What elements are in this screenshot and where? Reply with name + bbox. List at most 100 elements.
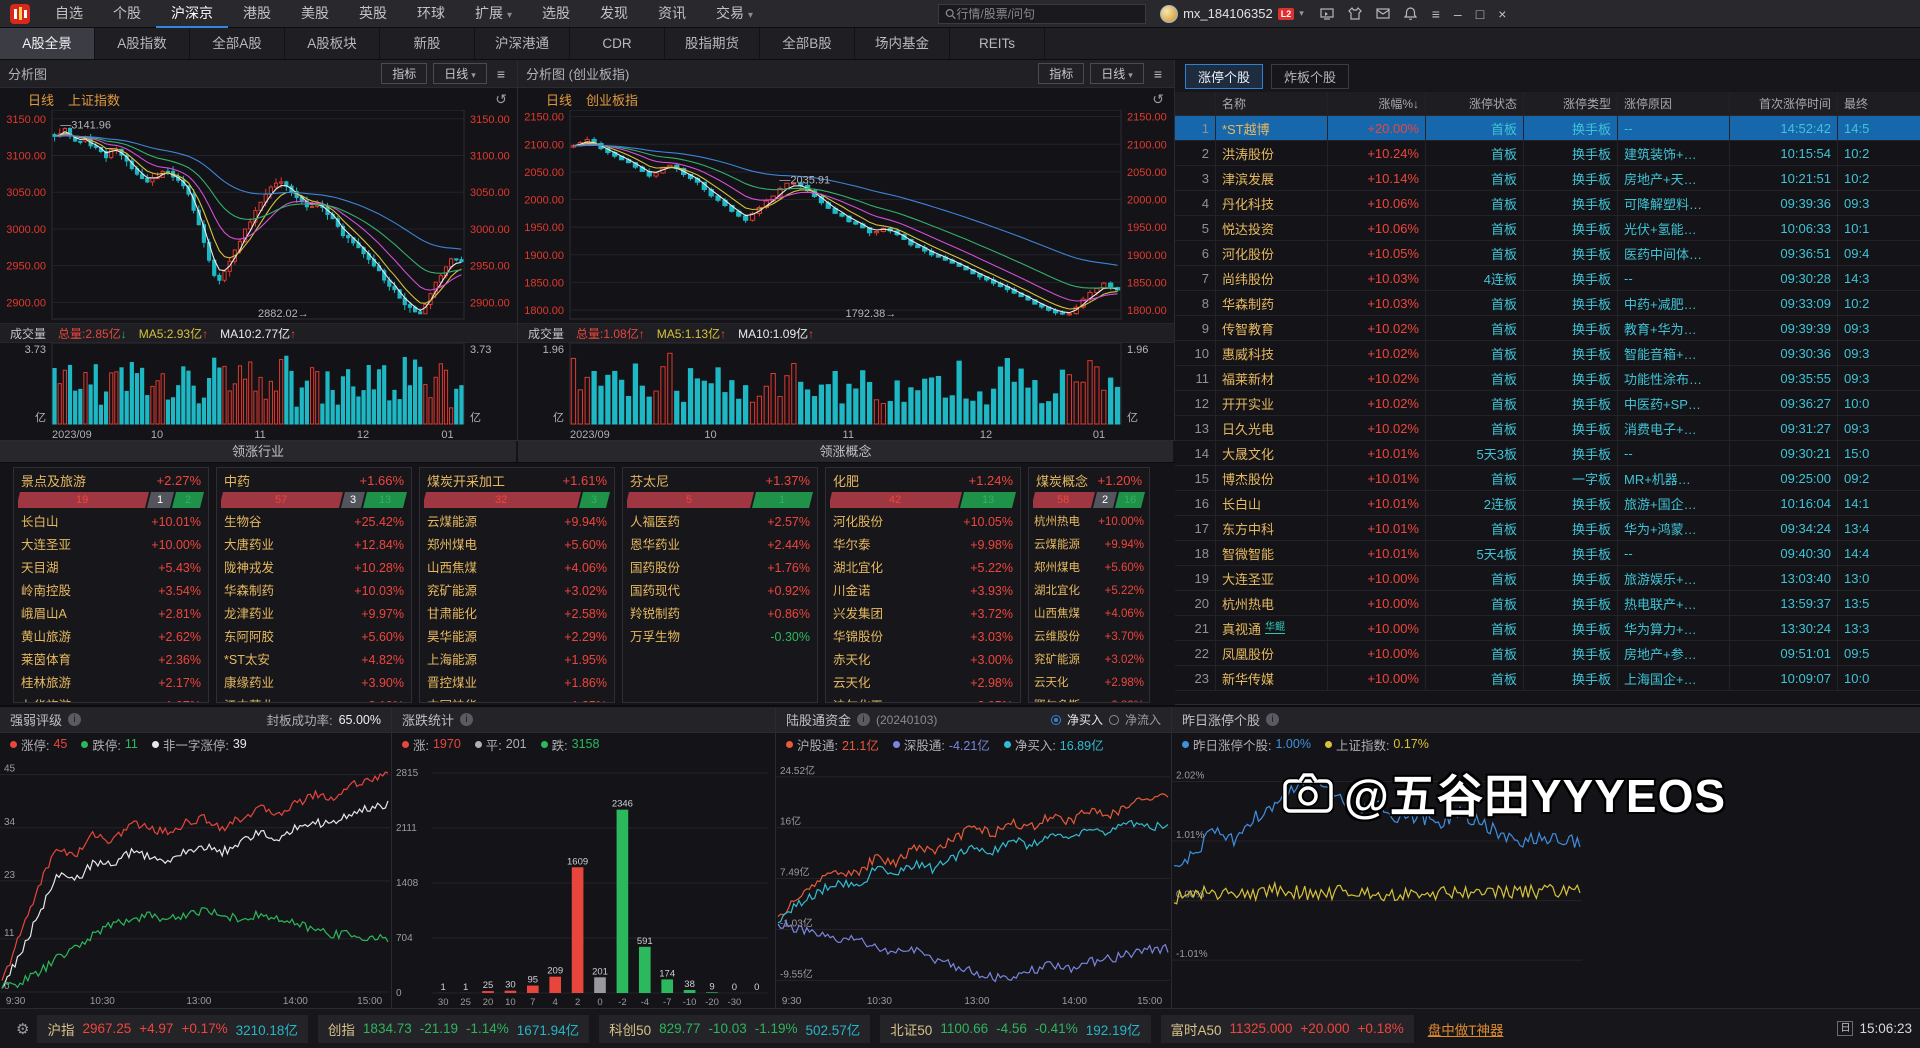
menu-item[interactable]: 个股 — [98, 0, 156, 28]
table-row[interactable]: 11福莱新材+10.02%首板换手板功能性涂布…09:35:5509:3 — [1175, 366, 1920, 391]
gear-icon[interactable]: ⚙ — [16, 1020, 29, 1038]
table-row[interactable]: 16长白山+10.01%2连板换手板旅游+国企…10:16:0414:1 — [1175, 491, 1920, 516]
mail-icon[interactable] — [1376, 7, 1390, 21]
table-row[interactable]: 4丹化科技+10.06%首板换手板可降解塑料…09:39:3609:3 — [1175, 191, 1920, 216]
table-row[interactable]: 8华森制药+10.03%首板换手板中药+减肥…09:33:0910:2 — [1175, 291, 1920, 316]
info-icon[interactable] — [460, 713, 473, 726]
avatar[interactable] — [1160, 5, 1178, 23]
subtab[interactable]: A股板块 — [285, 28, 380, 59]
refresh-icon[interactable]: ↺ — [495, 91, 507, 108]
radio-label[interactable]: 净买入 — [1067, 711, 1103, 728]
sector-stock-row[interactable]: 国药股份+1.76% — [623, 557, 817, 580]
sector-stock-row[interactable]: 甘肃能化+2.58% — [420, 603, 614, 626]
sector-stock-row[interactable]: 郑州煤电+5.60% — [1029, 557, 1149, 580]
sector-stock-row[interactable]: 恩华药业+2.44% — [623, 534, 817, 557]
table-row[interactable]: 5悦达投资+10.06%首板换手板光伏+氢能…10:06:3310:1 — [1175, 216, 1920, 241]
table-row[interactable]: 7尚纬股份+10.03%4连板换手板--09:30:2814:3 — [1175, 266, 1920, 291]
sector-panel-header[interactable]: 芬太尼+1.37% — [623, 468, 817, 492]
subtab[interactable]: 全部B股 — [760, 28, 855, 59]
sector-stock-row[interactable]: 康缘药业+3.90% — [217, 672, 411, 695]
sector-stock-row[interactable]: 中国神华+1.85% — [420, 695, 614, 703]
table-row[interactable]: 18智微智能+10.01%5天4板换手板--09:40:3014:4 — [1175, 541, 1920, 566]
menu-item[interactable]: 发现 — [585, 0, 643, 28]
menu-item[interactable]: 美股 — [286, 0, 344, 28]
table-row[interactable]: 10惠威科技+10.02%首板换手板智能音箱+…09:30:3609:3 — [1175, 341, 1920, 366]
table-row[interactable]: 17东方中科+10.01%首板换手板华为+鸿蒙…09:34:2413:4 — [1175, 516, 1920, 541]
subtab[interactable]: 场内基金 — [855, 28, 950, 59]
bell-icon[interactable] — [1404, 7, 1418, 21]
sector-stock-row[interactable]: 云天化+2.98% — [1029, 672, 1149, 695]
index-quote[interactable]: 沪指2967.25+4.97+0.17%3210.18亿 — [37, 1015, 307, 1043]
menu-item[interactable]: 环球 — [402, 0, 460, 28]
menu-item[interactable]: 英股 — [344, 0, 402, 28]
sector-stock-row[interactable]: 云煤能源+9.94% — [420, 511, 614, 534]
maximize-icon[interactable]: □ — [1476, 7, 1484, 21]
info-icon[interactable] — [857, 713, 870, 726]
index-quote[interactable]: 科创50829.77-10.03-1.19%502.57亿 — [599, 1015, 870, 1043]
radio-selected[interactable] — [1051, 715, 1061, 725]
header-cell[interactable]: 涨停类型 — [1523, 92, 1617, 115]
menu-item[interactable]: 沪深京 — [156, 0, 228, 28]
index-quote[interactable]: 富时A5011325.000+20.000+0.18% — [1161, 1015, 1414, 1043]
sector-stock-row[interactable]: 峨眉山A+2.81% — [14, 603, 208, 626]
subtab[interactable]: A股指数 — [95, 28, 190, 59]
table-row[interactable]: 20杭州热电+10.00%首板换手板热电联产+…13:59:3713:5 — [1175, 591, 1920, 616]
sector-panel-header[interactable]: 煤炭开采加工+1.61% — [420, 468, 614, 492]
t-trade-tool-link[interactable]: 盘中做T神器 — [1428, 1019, 1504, 1039]
table-row[interactable]: 22凤凰股份+10.00%首板换手板房地产+参…09:51:0109:5 — [1175, 641, 1920, 666]
chevron-down-icon[interactable]: ▾ — [1299, 8, 1304, 19]
sector-stock-row[interactable]: 湖北宜化+5.22% — [1029, 580, 1149, 603]
table-row[interactable]: 19大连圣亚+10.00%首板换手板旅游娱乐+…13:03:4013:0 — [1175, 566, 1920, 591]
info-icon[interactable] — [1266, 713, 1279, 726]
sector-stock-row[interactable]: 陇神戎发+10.28% — [217, 557, 411, 580]
menu-item[interactable]: 自选 — [40, 0, 98, 28]
subtab[interactable]: REITs — [950, 28, 1045, 59]
sector-stock-row[interactable]: 华尔泰+9.98% — [826, 534, 1020, 557]
calendar-icon[interactable]: 日 — [1837, 1021, 1853, 1036]
menu-item[interactable]: 交易▾ — [701, 0, 768, 28]
sector-stock-row[interactable]: 岭南控股+3.54% — [14, 580, 208, 603]
menu-item[interactable]: 港股 — [228, 0, 286, 28]
sector-panel-header[interactable]: 煤炭概念+1.20% — [1029, 468, 1149, 492]
sector-stock-row[interactable]: 川金诺+3.93% — [826, 580, 1020, 603]
app-logo-icon[interactable] — [10, 4, 30, 24]
sector-stock-row[interactable]: 九华旅游+1.97% — [14, 695, 208, 703]
sector-stock-row[interactable]: 杭州热电+10.00% — [1029, 511, 1149, 534]
sector-stock-row[interactable]: 湖北宜化+5.22% — [826, 557, 1020, 580]
sector-stock-row[interactable]: 华锦股份+3.03% — [826, 626, 1020, 649]
menu-item[interactable]: 扩展▾ — [460, 0, 527, 28]
header-cell[interactable]: 最终 — [1837, 92, 1920, 115]
sector-panel-header[interactable]: 中药+1.66% — [217, 468, 411, 492]
sector-panel-header[interactable]: 景点及旅游+2.27% — [14, 468, 208, 492]
sector-stock-row[interactable]: 生物谷+25.42% — [217, 511, 411, 534]
sector-panel-header[interactable]: 化肥+1.24% — [826, 468, 1020, 492]
close-icon[interactable]: × — [1498, 7, 1506, 21]
panel-menu-icon[interactable]: ≡ — [1150, 66, 1166, 82]
header-cell[interactable]: 涨停状态 — [1425, 92, 1523, 115]
sector-stock-row[interactable]: 人福医药+2.57% — [623, 511, 817, 534]
sector-stock-row[interactable]: 大唐药业+12.84% — [217, 534, 411, 557]
table-row[interactable]: 14大晟文化+10.01%5天3板换手板--09:30:2115:0 — [1175, 441, 1920, 466]
subtab[interactable]: CDR — [570, 28, 665, 59]
table-row[interactable]: 13日久光电+10.02%首板换手板消费电子+…09:31:2709:3 — [1175, 416, 1920, 441]
sector-stock-row[interactable]: 天目湖+5.43% — [14, 557, 208, 580]
period-select[interactable]: 日线▾ — [1090, 63, 1144, 84]
sector-stock-row[interactable]: 羚锐制药+0.86% — [623, 603, 817, 626]
table-row[interactable]: 21真视通华鲲+10.00%首板换手板华为算力+…13:30:2413:3 — [1175, 616, 1920, 641]
sector-stock-row[interactable]: 东阿阿胶+5.60% — [217, 626, 411, 649]
limit-up-tab[interactable]: 炸板个股 — [1271, 64, 1349, 89]
index-quote[interactable]: 创指1834.73-21.19-1.14%1671.94亿 — [318, 1015, 589, 1043]
sector-stock-row[interactable]: 万孚生物-0.30% — [623, 626, 817, 649]
sector-stock-row[interactable]: 迪尔化工+2.95% — [826, 695, 1020, 703]
refresh-icon[interactable]: ↺ — [1152, 91, 1164, 108]
subtab[interactable]: 全部A股 — [190, 28, 285, 59]
sector-stock-row[interactable]: 山西焦煤+4.06% — [420, 557, 614, 580]
radio-label[interactable]: 净流入 — [1125, 711, 1161, 728]
table-row[interactable]: 6河化股份+10.05%首板换手板医药中间体…09:36:5109:4 — [1175, 241, 1920, 266]
table-row[interactable]: 23新华传媒+10.00%首板换手板上海国企+…10:09:0710:0 — [1175, 666, 1920, 691]
sector-stock-row[interactable]: 华森制药+10.03% — [217, 580, 411, 603]
sector-stock-row[interactable]: 兖矿能源+3.02% — [420, 580, 614, 603]
sector-stock-row[interactable]: 鄂尔多斯+2.83% — [1029, 695, 1149, 703]
minimize-icon[interactable]: – — [1454, 7, 1462, 21]
sector-stock-row[interactable]: 山西焦煤+4.06% — [1029, 603, 1149, 626]
